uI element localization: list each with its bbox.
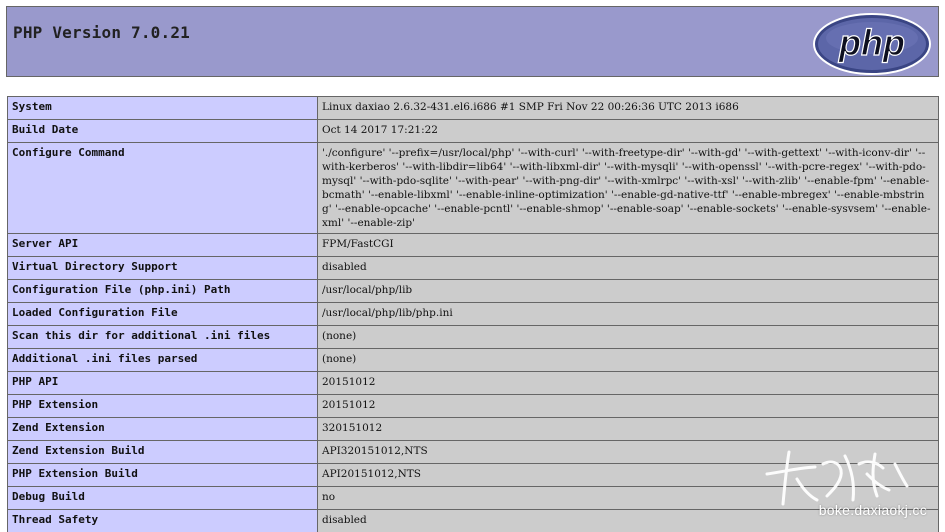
row-key: Build Date	[7, 119, 318, 143]
row-value: /usr/local/php/lib/php.ini	[317, 302, 939, 326]
table-row: Configure Command './configure' '--prefix…	[7, 142, 939, 234]
row-key: Additional .ini files parsed	[7, 348, 318, 372]
row-value: 20151012	[317, 371, 939, 395]
row-value: disabled	[317, 509, 939, 532]
table-row: Build Date Oct 14 2017 17:21:22	[7, 119, 939, 143]
table-row: PHP Extension Build API20151012,NTS	[7, 463, 939, 487]
php-logo-text: php	[838, 22, 905, 63]
row-key: PHP Extension	[7, 394, 318, 418]
row-key: Virtual Directory Support	[7, 256, 318, 280]
table-row: Scan this dir for additional .ini files(…	[7, 325, 939, 349]
row-key: Thread Safety	[7, 509, 318, 532]
row-value: API320151012,NTS	[317, 440, 939, 464]
table-row: PHP Extension 20151012	[7, 394, 939, 418]
table-row: Configuration File (php.ini) Path/usr/lo…	[7, 279, 939, 303]
table-row: PHP API 20151012	[7, 371, 939, 395]
row-value: API20151012,NTS	[317, 463, 939, 487]
row-key: Scan this dir for additional .ini files	[7, 325, 318, 349]
phpinfo-page: PHP Version 7.0.21 php System Linux daxia…	[0, 0, 945, 532]
table-row: Zend Extension 320151012	[7, 417, 939, 441]
row-value: FPM/FastCGI	[317, 233, 939, 257]
table-row: Thread Safety disabled	[7, 509, 939, 532]
table-row: Virtual Directory Support disabled	[7, 256, 939, 280]
row-value: Oct 14 2017 17:21:22	[317, 119, 939, 143]
row-value: 320151012	[317, 417, 939, 441]
php-logo-icon: php	[813, 13, 931, 75]
row-key: Configuration File (php.ini) Path	[7, 279, 318, 303]
row-value: (none)	[317, 348, 939, 372]
row-key: PHP API	[7, 371, 318, 395]
table-row: Server API FPM/FastCGI	[7, 233, 939, 257]
row-value: no	[317, 486, 939, 510]
table-row: Additional .ini files parsed (none)	[7, 348, 939, 372]
page-title: PHP Version 7.0.21	[13, 23, 190, 42]
info-table: System Linux daxiao 2.6.32-431.el6.i686 #…	[7, 96, 939, 532]
row-value: './configure' '--prefix=/usr/local/php' …	[317, 142, 939, 234]
row-key: Zend Extension Build	[7, 440, 318, 464]
row-value: 20151012	[317, 394, 939, 418]
version-header: PHP Version 7.0.21 php	[6, 6, 939, 77]
table-row: Zend Extension Build API320151012,NTS	[7, 440, 939, 464]
row-key: System	[7, 96, 318, 120]
row-value: disabled	[317, 256, 939, 280]
row-key: Loaded Configuration File	[7, 302, 318, 326]
row-value: /usr/local/php/lib	[317, 279, 939, 303]
row-key: Configure Command	[7, 142, 318, 234]
row-key: PHP Extension Build	[7, 463, 318, 487]
row-key: Server API	[7, 233, 318, 257]
table-row: Loaded Configuration File/usr/local/php/…	[7, 302, 939, 326]
row-value: Linux daxiao 2.6.32-431.el6.i686 #1 SMP …	[317, 96, 939, 120]
info-table-body: System Linux daxiao 2.6.32-431.el6.i686 #…	[7, 96, 939, 532]
row-key: Zend Extension	[7, 417, 318, 441]
table-row: Debug Build no	[7, 486, 939, 510]
row-key: Debug Build	[7, 486, 318, 510]
row-value: (none)	[317, 325, 939, 349]
table-row: System Linux daxiao 2.6.32-431.el6.i686 #…	[7, 96, 939, 120]
